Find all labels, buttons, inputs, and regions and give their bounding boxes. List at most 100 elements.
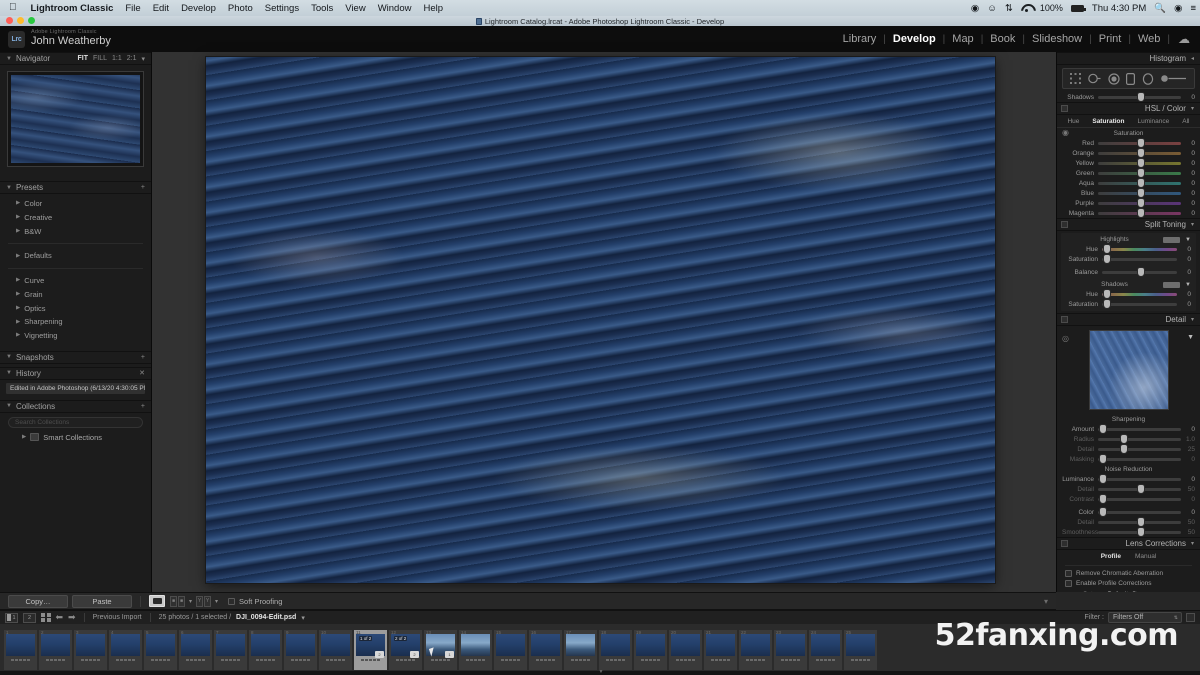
chevron-down-icon[interactable]: ▼ <box>6 56 12 62</box>
arrow-left-icon[interactable]: ⬅ <box>56 612 64 623</box>
slider-track[interactable] <box>1102 290 1177 298</box>
module-web[interactable]: Web <box>1131 33 1167 45</box>
thumb-rating-dots[interactable] <box>461 658 490 661</box>
preset-item-bw[interactable]: ▶ B&W <box>0 225 151 239</box>
thumb-rating-dots[interactable] <box>636 658 665 661</box>
menu-settings[interactable]: Settings <box>259 3 305 14</box>
balance-row[interactable]: Balance 0 <box>1061 267 1196 277</box>
tab-hue[interactable]: Hue <box>1067 118 1079 125</box>
thumb-rating-dots[interactable] <box>76 658 105 661</box>
chevron-down-icon[interactable]: ▾ <box>301 614 305 622</box>
thumb-rating-dots[interactable] <box>321 658 350 661</box>
chevron-down-icon[interactable]: ▾ <box>1191 221 1194 228</box>
soft-proofing-checkbox[interactable] <box>228 597 236 605</box>
slider-track[interactable] <box>1098 159 1181 167</box>
filmstrip-thumb[interactable]: 15 <box>494 629 527 670</box>
preset-item-creative[interactable]: ▶ Creative <box>0 211 151 225</box>
enable-profile-corrections-row[interactable]: Enable Profile Corrections <box>1057 578 1200 588</box>
stepper-icon[interactable]: ⇅ <box>1132 590 1137 592</box>
menu-file[interactable]: File <box>119 3 146 14</box>
lens-corrections-header[interactable]: Lens Corrections ▾ <box>1057 537 1200 550</box>
nr-color-detail-row[interactable]: Detail 50 <box>1057 517 1200 527</box>
thumb-rating-dots[interactable] <box>531 658 560 661</box>
thumb-rating-dots[interactable] <box>356 658 385 661</box>
sharpening-masking-row[interactable]: Masking 0 <box>1057 454 1200 464</box>
setup-value[interactable]: Default <box>1108 591 1129 593</box>
tab-profile[interactable]: Profile <box>1101 553 1121 560</box>
navigator-zoom-options[interactable]: FIT FILL 1:1 2:1 ▾ <box>78 55 146 63</box>
history-header[interactable]: ▼ History ✕ <box>0 366 151 380</box>
slider-track[interactable] <box>1098 199 1181 207</box>
chevron-down-icon[interactable]: ▼ <box>6 403 12 409</box>
tab-saturation[interactable]: Saturation <box>1092 118 1124 125</box>
hsl-color-header[interactable]: HSL / Color ▾ <box>1057 102 1200 115</box>
slider-track[interactable] <box>1098 455 1181 463</box>
presets-header[interactable]: ▼ Presets + <box>0 181 151 194</box>
filmstrip-thumb[interactable]: 21 <box>704 629 737 670</box>
filmstrip-thumb-selected[interactable]: 11 1 of 2 2 <box>354 629 387 670</box>
grid-view-icon[interactable] <box>41 612 51 623</box>
filmstrip-thumb[interactable]: 18 <box>599 629 632 670</box>
apple-icon[interactable]:  <box>0 3 25 13</box>
filmstrip-thumb[interactable]: 3 <box>74 629 107 670</box>
thumb-stack-icon[interactable]: 2 <box>410 650 419 658</box>
hsl-slider-magenta[interactable]: Magenta 0 <box>1057 208 1200 218</box>
filmstrip-thumb[interactable]: 24 <box>809 629 842 670</box>
filmstrip-thumb[interactable]: 23 <box>774 629 807 670</box>
filmstrip-thumb[interactable]: 17 <box>564 629 597 670</box>
module-slideshow[interactable]: Slideshow <box>1025 33 1089 45</box>
nr-smoothness-row[interactable]: Smoothness 50 <box>1057 527 1200 537</box>
image-preview-area[interactable] <box>152 52 1056 592</box>
filmstrip-thumb[interactable]: 6 <box>179 629 212 670</box>
chevron-down-icon[interactable]: ▾ <box>215 598 218 605</box>
sharpening-radius-row[interactable]: Radius 1.0 <box>1057 434 1200 444</box>
filmstrip-thumb[interactable]: 8 <box>249 629 282 670</box>
menu-develop[interactable]: Develop <box>175 3 222 14</box>
detail-header[interactable]: Detail ▾ <box>1057 313 1200 326</box>
wifi-icon[interactable] <box>1017 4 1036 12</box>
nr-color-row[interactable]: Color 0 <box>1057 507 1200 517</box>
split-toning-enable-switch-icon[interactable] <box>1061 221 1068 228</box>
collections-search-input[interactable]: Search Collections <box>8 416 143 428</box>
slider-track[interactable] <box>1098 435 1181 443</box>
slider-track[interactable] <box>1098 139 1181 147</box>
toolbar-collapse-icon[interactable]: ▾ <box>1044 597 1048 606</box>
slider-track[interactable] <box>1098 445 1181 453</box>
preset-item-curve[interactable]: ▶ Curve <box>0 274 151 288</box>
graduated-filter-icon[interactable] <box>1126 72 1136 85</box>
hsl-slider-aqua[interactable]: Aqua 0 <box>1057 178 1200 188</box>
thumb-rating-dots[interactable] <box>251 658 280 661</box>
hsl-slider-blue[interactable]: Blue 0 <box>1057 188 1200 198</box>
filmstrip-thumb[interactable]: 9 <box>284 629 317 670</box>
nr-contrast-row[interactable]: Contrast 0 <box>1057 494 1200 504</box>
filmstrip-source[interactable]: Previous Import <box>93 614 142 621</box>
main-photo[interactable] <box>206 57 995 583</box>
chevron-down-icon[interactable]: ▾ <box>189 598 192 605</box>
tab-manual[interactable]: Manual <box>1135 553 1156 560</box>
remove-chromatic-aberration-checkbox[interactable] <box>1065 569 1072 577</box>
thumb-rating-dots[interactable] <box>846 658 875 661</box>
zoom-1-1[interactable]: 1:1 <box>112 55 122 62</box>
filter-square-icon[interactable] <box>1186 613 1195 622</box>
thumb-rating-dots[interactable] <box>706 658 735 661</box>
filmstrip-pane1-icon[interactable]: 1 <box>5 612 18 623</box>
nr-luminance-row[interactable]: Luminance 0 <box>1057 474 1200 484</box>
panel-resize-grip[interactable]: ▼ <box>596 670 606 675</box>
color-swatch-icon[interactable] <box>1163 236 1181 243</box>
filmstrip-filename[interactable]: DJI_0094-Edit.psd <box>236 614 296 621</box>
target-adjust-icon[interactable]: ◉ <box>1062 128 1069 137</box>
thumb-rating-dots[interactable] <box>776 658 805 661</box>
split-toning-header[interactable]: Split Toning ▾ <box>1057 218 1200 231</box>
thumb-rating-dots[interactable] <box>496 658 525 661</box>
before-after-view-icon[interactable]: ■ ■ <box>170 595 185 607</box>
filmstrip-thumb[interactable]: 12 2 of 2 2 <box>389 629 422 670</box>
histogram-header[interactable]: Histogram ◂ <box>1057 52 1200 65</box>
shadows-hue-row[interactable]: Hue 0 <box>1061 289 1196 299</box>
slider-track[interactable] <box>1098 528 1181 536</box>
preset-item-vignetting[interactable]: ▶ Vignetting <box>0 329 151 343</box>
identity-plate[interactable]: Lrc Adobe Lightroom Classic John Weather… <box>0 30 111 48</box>
chevron-down-icon[interactable]: ▼ <box>6 370 12 376</box>
collection-item-smart-collections[interactable]: ▶ Smart Collections <box>0 431 151 444</box>
zoom-fit[interactable]: FIT <box>78 55 89 62</box>
arrow-right-icon[interactable]: ➡ <box>68 612 76 623</box>
